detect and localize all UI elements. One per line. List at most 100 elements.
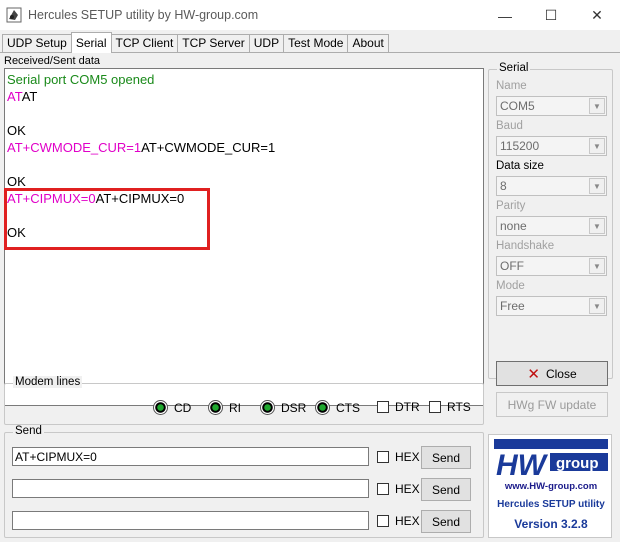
send-group: Send HEXSendHEXSendHEXSend (4, 425, 484, 538)
maximize-icon: ☐ (544, 7, 558, 23)
received-segment: AT (21, 89, 38, 104)
hw-group-logo: HW group www.HW-group.com Hercules SETUP… (488, 434, 612, 538)
checkbox-label: RTS (447, 400, 471, 414)
select-value: OFF (500, 259, 524, 273)
received-segment: AT (7, 89, 22, 104)
select-value: 115200 (500, 139, 540, 153)
hex-checkbox-2[interactable]: HEX (377, 482, 420, 496)
minimize-icon: — (498, 7, 512, 24)
checkbox[interactable] (377, 451, 389, 463)
serial-baud-label: Baud (496, 120, 523, 132)
select-value: COM5 (500, 99, 535, 113)
tab-tcp-server[interactable]: TCP Server (177, 34, 250, 53)
checkbox[interactable] (377, 483, 389, 495)
checkbox[interactable] (429, 401, 441, 413)
hex-checkbox-1[interactable]: HEX (377, 450, 420, 464)
tab-udp[interactable]: UDP (248, 34, 285, 53)
hex-checkbox-3[interactable]: HEX (377, 514, 420, 528)
modem-lines-title: Modem lines (13, 376, 83, 388)
modem-led-label: RI (229, 400, 241, 415)
send-input-3[interactable] (12, 511, 369, 530)
modem-check-dtr[interactable]: DTR (377, 400, 420, 414)
hw-group-logo-mark: HW group (494, 439, 608, 479)
serial-name-select[interactable]: COM5 ▼ (496, 96, 607, 116)
close-port-button[interactable]: ✕ Close (496, 361, 608, 386)
select-value: 8 (500, 179, 507, 193)
minimize-button[interactable]: — (482, 0, 528, 31)
received-line (7, 156, 481, 173)
modem-led-ri: RI (208, 400, 241, 415)
logo-hw-text: HW (496, 449, 549, 479)
led-indicator-icon (315, 400, 330, 415)
modem-led-cd: CD (153, 400, 191, 415)
tab-bar: UDP Setup Serial TCP Client TCP Server UDP Te… (2, 32, 389, 53)
modem-led-cts: CTS (315, 400, 360, 415)
chevron-down-icon[interactable]: ▼ (589, 178, 605, 194)
close-window-button[interactable]: ✕ (574, 0, 620, 31)
send-input-2[interactable] (12, 479, 369, 498)
chevron-down-icon[interactable]: ▼ (589, 258, 605, 274)
fw-update-label: HWg FW update (507, 397, 597, 412)
select-value: none (500, 219, 527, 233)
send-button-1[interactable]: Send (421, 446, 471, 469)
tab-tcp-client[interactable]: TCP Client (110, 34, 179, 53)
serial-data-size-label: Data size (496, 160, 544, 172)
chevron-down-icon[interactable]: ▼ (589, 98, 605, 114)
serial-parity-label: Parity (496, 200, 526, 212)
select-value: Free (500, 299, 525, 313)
serial-mode-label: Mode (496, 280, 525, 292)
received-line: OK (7, 122, 481, 139)
received-line: Serial port COM5 opened (7, 71, 481, 88)
send-input-1[interactable] (12, 447, 369, 466)
tab-serial[interactable]: Serial (70, 32, 112, 53)
checkbox[interactable] (377, 515, 389, 527)
send-title: Send (13, 425, 44, 437)
serial-baud-select[interactable]: 115200 ▼ (496, 136, 607, 156)
received-segment: AT+CWMODE_CUR=1 (7, 140, 142, 155)
tab-udp-setup[interactable]: UDP Setup (2, 34, 72, 53)
chevron-down-icon[interactable]: ▼ (589, 298, 605, 314)
modem-led-label: CTS (336, 400, 360, 415)
modem-lines-group: Modem lines CD RI DSR CTS DTR RTS (4, 376, 484, 425)
hex-label: HEX (395, 482, 420, 496)
title-bar: Hercules SETUP utility by HW-group.com —… (0, 0, 620, 31)
received-segment: AT+CWMODE_CUR=1 (141, 140, 276, 155)
fw-update-button[interactable]: HWg FW update (496, 392, 608, 417)
logo-version: Version 3.2.8 (514, 517, 588, 531)
received-label: Received/Sent data (4, 55, 101, 67)
hercules-app-icon (6, 7, 22, 23)
send-button-3[interactable]: Send (421, 510, 471, 533)
led-indicator-icon (153, 400, 168, 415)
serial-handshake-select[interactable]: OFF ▼ (496, 256, 607, 276)
serial-mode-select[interactable]: Free ▼ (496, 296, 607, 316)
logo-group-text: group (556, 455, 599, 472)
checkbox[interactable] (377, 401, 389, 413)
serial-parity-select[interactable]: none ▼ (496, 216, 607, 236)
received-segment: OK (7, 174, 26, 189)
serial-name-label: Name (496, 80, 527, 92)
tab-about[interactable]: About (347, 34, 389, 53)
serial-title: Serial (497, 62, 531, 74)
received-line: ATAT (7, 88, 481, 105)
maximize-button[interactable]: ☐ (528, 0, 574, 31)
logo-url: www.HW-group.com (504, 481, 598, 492)
led-indicator-icon (260, 400, 275, 415)
modem-led-label: DSR (281, 400, 307, 415)
send-button-2[interactable]: Send (421, 478, 471, 501)
logo-app-name: Hercules SETUP utility (497, 499, 605, 510)
serial-settings-group: Serial Name COM5 ▼ Baud 115200 ▼ Data size 8 ▼ Pa… (488, 62, 613, 379)
serial-data-size-select[interactable]: 8 ▼ (496, 176, 607, 196)
tab-test-mode[interactable]: Test Mode (283, 34, 349, 53)
received-line (7, 105, 481, 122)
hex-label: HEX (395, 450, 420, 464)
close-x-icon: ✕ (527, 365, 540, 383)
close-icon: ✕ (591, 7, 603, 23)
modem-check-rts[interactable]: RTS (429, 400, 471, 414)
client-area: UDP Setup Serial TCP Client TCP Server UDP Te… (0, 31, 620, 542)
led-indicator-icon (208, 400, 223, 415)
chevron-down-icon[interactable]: ▼ (589, 218, 605, 234)
checkbox-label: DTR (395, 400, 420, 414)
chevron-down-icon[interactable]: ▼ (589, 138, 605, 154)
highlight-box (4, 188, 210, 250)
modem-led-dsr: DSR (260, 400, 306, 415)
